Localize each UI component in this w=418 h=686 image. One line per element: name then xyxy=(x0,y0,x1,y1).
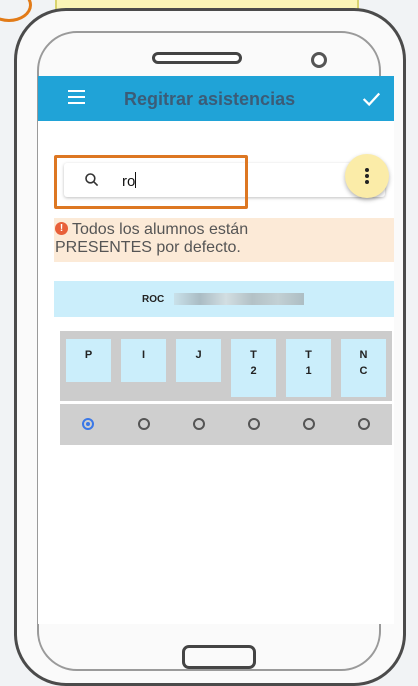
alert-text-line2: PRESENTES por defecto. xyxy=(55,239,241,256)
code-cell-p[interactable]: P xyxy=(66,339,111,382)
radio-nc[interactable] xyxy=(358,418,370,430)
phone-camera xyxy=(311,52,327,68)
redacted-name-blur xyxy=(174,293,304,305)
check-icon[interactable] xyxy=(360,88,382,110)
student-name: ROC xyxy=(142,294,165,305)
annotation-arc xyxy=(0,0,32,22)
search-highlight-box xyxy=(54,155,248,209)
phone-speaker xyxy=(152,52,242,64)
radio-j[interactable] xyxy=(193,418,205,430)
code-cell-t2[interactable]: T2 xyxy=(231,339,276,397)
alert-text-line1: Todos los alumnos están xyxy=(72,221,249,238)
attendance-radio-row xyxy=(60,404,392,445)
code-cell-t1[interactable]: T1 xyxy=(286,339,331,397)
code-cell-nc[interactable]: NC xyxy=(341,339,386,397)
radio-p[interactable] xyxy=(82,418,94,430)
home-button[interactable] xyxy=(182,645,256,669)
alert-icon: ! xyxy=(55,222,68,235)
radio-t1[interactable] xyxy=(303,418,315,430)
student-row: ROC xyxy=(54,281,394,317)
radio-t2[interactable] xyxy=(248,418,260,430)
menu-icon[interactable] xyxy=(68,90,85,104)
more-options-button[interactable] xyxy=(345,154,389,198)
attendance-codes-panel: P I J T2 T1 NC xyxy=(60,331,392,401)
app-screen: Regitrar asistencias ro ! Todos los alum… xyxy=(38,76,394,624)
code-cell-i[interactable]: I xyxy=(121,339,166,382)
app-bar: Regitrar asistencias xyxy=(38,76,394,121)
radio-i[interactable] xyxy=(138,418,150,430)
code-cell-j[interactable]: J xyxy=(176,339,221,382)
info-alert: ! Todos los alumnos están PRESENTES por … xyxy=(54,218,394,262)
page-title: Regitrar asistencias xyxy=(124,89,296,109)
